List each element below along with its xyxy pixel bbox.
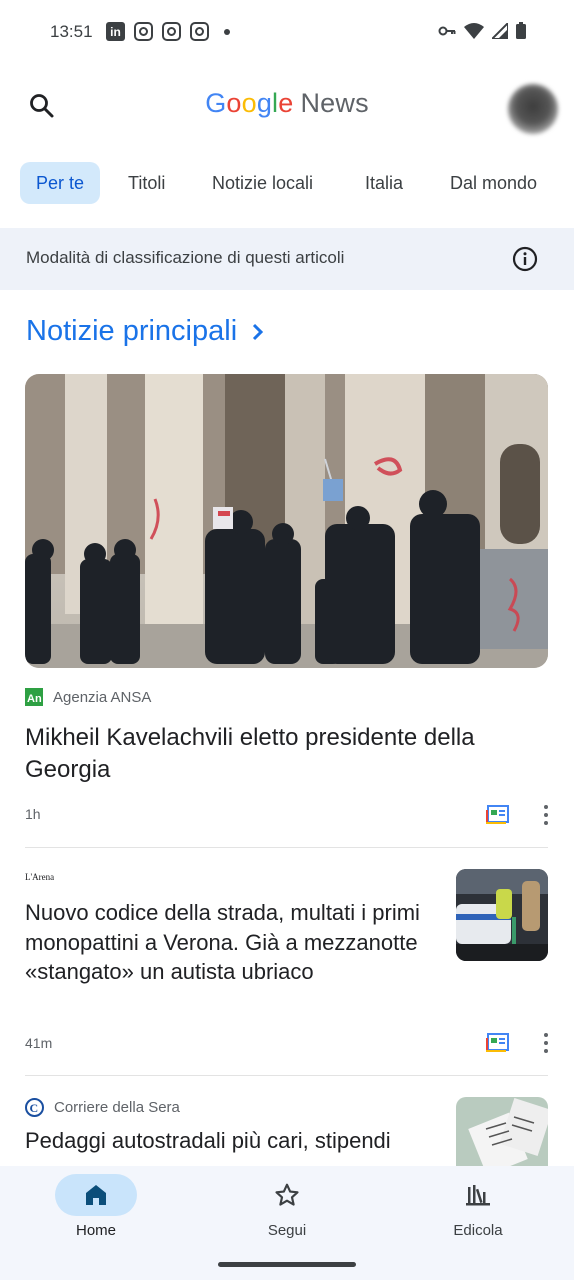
article-source: L'Arena bbox=[25, 872, 54, 882]
nav-home-label: Home bbox=[75, 1222, 116, 1239]
divider bbox=[25, 847, 548, 848]
source-name: Corriere della Sera bbox=[54, 1099, 180, 1116]
system-indicators bbox=[438, 22, 526, 39]
article-time: 41m bbox=[25, 1035, 53, 1051]
full-coverage-icon[interactable] bbox=[486, 1032, 510, 1052]
article-source: An Agenzia ANSA bbox=[25, 688, 151, 706]
nav-segui-indicator bbox=[246, 1174, 328, 1216]
article-headline[interactable]: Nuovo codice della strada, multati i pri… bbox=[25, 898, 435, 987]
nav-edicola-label: Edicola bbox=[453, 1222, 503, 1239]
receipts-photo bbox=[456, 1097, 548, 1166]
tab-notizie-locali[interactable]: Notizie locali bbox=[212, 162, 313, 204]
tab-italia[interactable]: Italia bbox=[365, 162, 403, 204]
article-headline[interactable]: Mikheil Kavelachvili eletto presidente d… bbox=[25, 722, 545, 786]
tab-titoli[interactable]: Titoli bbox=[128, 162, 165, 204]
section-header-top-stories[interactable]: Notizie principali bbox=[26, 315, 265, 348]
nav-home-indicator bbox=[55, 1174, 137, 1216]
logo-letter: e bbox=[278, 88, 294, 118]
source-name: Agenzia ANSA bbox=[53, 688, 152, 706]
hero-article-image[interactable] bbox=[25, 374, 548, 668]
app-bar: Google News bbox=[0, 64, 574, 148]
home-icon bbox=[86, 1185, 106, 1205]
status-time: 13:51 bbox=[50, 22, 93, 41]
nav-segui-label: Segui bbox=[267, 1222, 307, 1239]
signal-icon bbox=[492, 22, 508, 39]
tab-dal-mondo[interactable]: Dal mondo bbox=[450, 162, 537, 204]
wifi-icon bbox=[464, 22, 484, 39]
divider bbox=[25, 1075, 548, 1076]
battery-icon bbox=[516, 22, 526, 39]
chevron-right-icon bbox=[253, 323, 264, 340]
category-tabs: Per te Titoli Notizie locali Italia Dal … bbox=[0, 160, 574, 206]
notification-icons: in bbox=[106, 22, 230, 41]
more-notifications-dot bbox=[224, 28, 230, 35]
avatar[interactable] bbox=[508, 84, 558, 134]
instagram-icon bbox=[190, 22, 209, 41]
article-thumbnail[interactable] bbox=[456, 869, 548, 961]
linkedin-icon: in bbox=[106, 22, 125, 41]
google-news-logo: Google News bbox=[0, 88, 574, 119]
article-headline[interactable]: Pedaggi autostradali più cari, stipendi bbox=[25, 1126, 435, 1166]
tab-per-te[interactable]: Per te bbox=[20, 162, 101, 204]
more-options-icon[interactable] bbox=[539, 1031, 553, 1055]
instagram-icon bbox=[162, 22, 181, 41]
nav-home[interactable]: Home bbox=[36, 1174, 156, 1239]
gesture-handle[interactable] bbox=[218, 1262, 356, 1267]
riot-police-photo bbox=[25, 374, 548, 668]
more-options-icon[interactable] bbox=[539, 803, 553, 827]
full-coverage-icon[interactable] bbox=[486, 804, 510, 824]
nav-edicola-indicator bbox=[437, 1174, 519, 1216]
corriere-logo-icon: C bbox=[25, 1098, 44, 1117]
svg-text:An: An bbox=[27, 693, 42, 705]
ranking-info-text: Modalità di classificazione di questi ar… bbox=[26, 248, 345, 267]
source-name: L'Arena bbox=[25, 872, 55, 882]
logo-letter: g bbox=[256, 88, 273, 118]
instagram-icon bbox=[134, 22, 153, 41]
ansa-logo-icon: An bbox=[25, 688, 43, 706]
nav-segui[interactable]: Segui bbox=[227, 1174, 347, 1239]
nav-edicola[interactable]: Edicola bbox=[418, 1174, 538, 1239]
section-title: Notizie principali bbox=[26, 315, 238, 347]
article-time: 1h bbox=[25, 806, 41, 822]
info-button[interactable] bbox=[512, 246, 538, 272]
article-source: C Corriere della Sera bbox=[25, 1098, 180, 1117]
star-icon bbox=[275, 1183, 299, 1206]
article-thumbnail[interactable] bbox=[456, 1097, 548, 1166]
ranking-info-banner[interactable]: Modalità di classificazione di questi ar… bbox=[0, 228, 574, 290]
newsstand-icon bbox=[466, 1185, 490, 1206]
info-icon bbox=[512, 246, 538, 272]
logo-letter: G bbox=[205, 88, 227, 118]
logo-news: News bbox=[300, 88, 369, 118]
logo-letter: o bbox=[241, 88, 257, 118]
status-bar: 13:51 in bbox=[0, 0, 574, 64]
police-scooter-photo bbox=[456, 869, 548, 961]
svg-text:C: C bbox=[30, 1101, 39, 1115]
vpn-key-icon bbox=[438, 26, 456, 35]
logo-letter: o bbox=[226, 88, 242, 118]
